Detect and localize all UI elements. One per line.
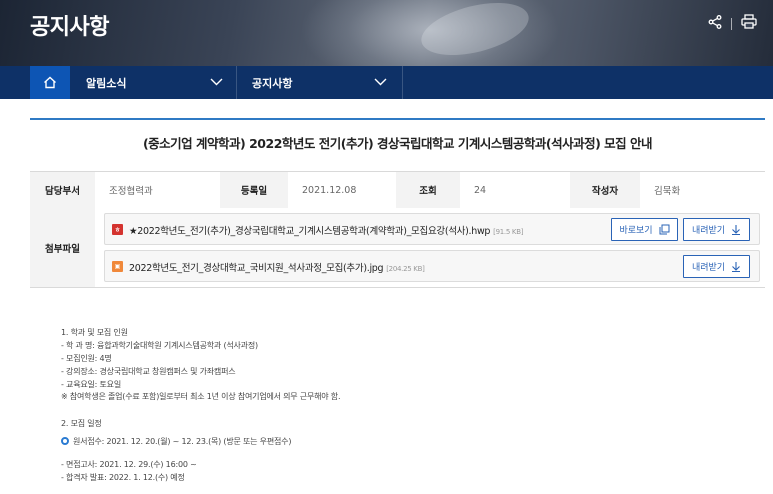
- download-button-label: 내려받기: [691, 263, 726, 273]
- date-label: 등록일: [220, 172, 288, 208]
- nav-menu-news[interactable]: 알림소식: [86, 66, 236, 99]
- body-line: - 면접고사: 2021. 12. 29.(수) 16:00 ~: [61, 460, 197, 469]
- page-title: 공지사항: [30, 15, 109, 40]
- chevron-down-icon: [210, 78, 223, 86]
- nav-divider: [236, 66, 237, 99]
- section-2-heading: 2. 모집 일정: [61, 419, 102, 428]
- body-line: - 교육요일: 토요일: [61, 380, 121, 389]
- chevron-down-icon: [374, 78, 387, 86]
- download-arrow-icon: [732, 225, 741, 235]
- attachment-size: [204.25 KB]: [386, 265, 425, 273]
- body-highlight-text: 원서접수: 2021. 12. 20.(월) ~ 12. 23.(목) (방문 …: [73, 437, 292, 446]
- attachment-name: ★2022학년도_전기(추가)_경상국립대학교_기계시스템공학과(계약학과)_모…: [129, 226, 491, 237]
- preview-button-label: 바로보기: [619, 226, 653, 236]
- dept-value: 조정협력과: [95, 172, 220, 208]
- banner-actions: [708, 14, 757, 33]
- author-value: 김묵화: [640, 172, 765, 208]
- download-button[interactable]: 내려받기: [683, 218, 750, 241]
- post-title: (중소기업 계약학과) 2022학년도 전기(추가) 경상국립대학교 기계시스템…: [142, 136, 653, 151]
- preview-window-icon: [659, 224, 670, 235]
- body-line: - 학 과 명: 융합과학기술대학원 기계시스템공학과 (석사과정): [61, 341, 258, 350]
- nav-divider: [402, 66, 403, 99]
- breadcrumb-nav: 알림소식 공지사항: [0, 66, 773, 99]
- home-button[interactable]: [30, 66, 70, 99]
- attachment-size: [91.5 KB]: [493, 228, 524, 236]
- nav-menu-notice[interactable]: 공지사항: [252, 66, 402, 99]
- title-rule: [30, 118, 765, 120]
- views-value: 24: [460, 172, 570, 208]
- attachment-link[interactable]: 2022학년도_전기_경상대학교_국비지원_석사과정_모집(추가).jpg [20…: [129, 260, 425, 274]
- attachment-link[interactable]: ★2022학년도_전기(추가)_경상국립대학교_기계시스템공학과(계약학과)_모…: [129, 223, 523, 237]
- body-line: - 합격자 발표: 2022. 1. 12.(수) 예정: [61, 473, 185, 482]
- body-line: - 강의장소: 경상국립대학교 창원캠퍼스 및 가좌캠퍼스: [61, 367, 236, 376]
- circle-bullet-icon: [61, 437, 69, 445]
- attachments-row: 첨부파일 ㅎ ★2022학년도_전기(추가)_경상국립대학교_기계시스템공학과(…: [30, 208, 765, 288]
- attachment-item: ▣ 2022학년도_전기_경상대학교_국비지원_석사과정_모집(추가).jpg[…: [104, 250, 760, 282]
- attach-label: 첨부파일: [30, 208, 95, 287]
- attachment-name: 2022학년도_전기_경상대학교_국비지원_석사과정_모집(추가).jpg: [129, 263, 384, 274]
- hwp-file-icon: ㅎ: [112, 224, 123, 235]
- download-button[interactable]: 내려받기: [683, 255, 750, 278]
- page-banner: 공지사항: [0, 0, 773, 66]
- download-arrow-icon: [732, 262, 741, 272]
- dept-label: 담당부서: [30, 172, 95, 208]
- body-line: - 모집인원: 4명: [61, 354, 112, 363]
- share-icon[interactable]: [708, 14, 722, 33]
- jpg-file-icon: ▣: [112, 261, 123, 272]
- home-icon: [44, 76, 56, 89]
- attachment-item: ㅎ ★2022학년도_전기(추가)_경상국립대학교_기계시스템공학과(계약학과)…: [104, 213, 760, 245]
- download-button-label: 내려받기: [691, 226, 726, 236]
- body-note: ※ 참여학생은 졸업(수료 포함)일로부터 최소 1년 이상 참여기업에서 의무…: [61, 392, 341, 401]
- author-label: 작성자: [570, 172, 640, 208]
- icon-divider: [731, 17, 732, 30]
- preview-button[interactable]: 바로보기: [611, 218, 678, 241]
- post-info-row: 담당부서 조정협력과 등록일 2021.12.08 조회 24 작성자 김묵화: [30, 171, 765, 208]
- print-icon[interactable]: [741, 14, 757, 33]
- nav-menu-label: 알림소식: [86, 76, 127, 90]
- views-label: 조회: [396, 172, 460, 208]
- date-value: 2021.12.08: [288, 172, 396, 208]
- nav-menu-label: 공지사항: [252, 76, 293, 90]
- body-highlight: 원서접수: 2021. 12. 20.(월) ~ 12. 23.(목) (방문 …: [61, 436, 291, 447]
- section-1-heading: 1. 학과 및 모집 인원: [61, 328, 128, 337]
